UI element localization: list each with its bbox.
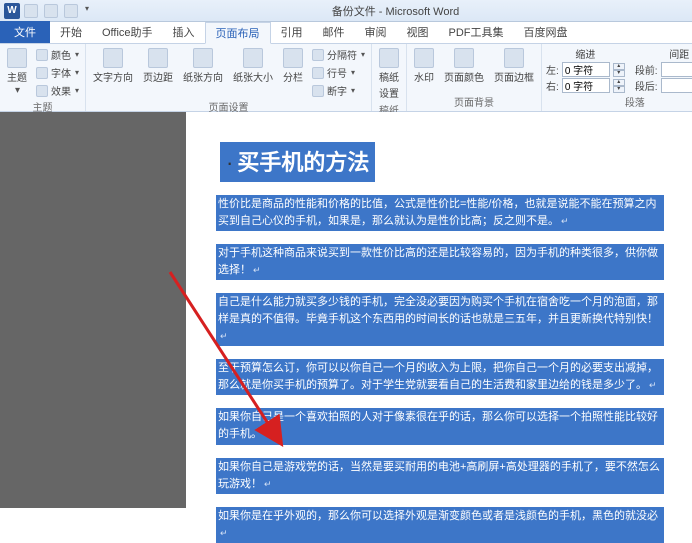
tab-file[interactable]: 文件 xyxy=(0,21,50,43)
tab-office-helper[interactable]: Office助手 xyxy=(92,21,163,43)
doc-paragraph[interactable]: 对于手机这种商品来说买到一款性价比高的还是比较容易的，因为手机的种类很多，供你做… xyxy=(216,244,664,280)
theme-colors-button[interactable]: 颜色▾ xyxy=(34,46,81,63)
text-direction-icon xyxy=(103,48,123,68)
spacing-after-field[interactable]: 段后: ▴▾ xyxy=(635,78,692,93)
doc-paragraph[interactable]: 性价比是商品的性能和价格的比值，公式是性价比=性能/价格，也就是说能不能在预算之… xyxy=(216,195,664,231)
spacing-before-field[interactable]: 段前: ▴▾ xyxy=(635,62,692,77)
tab-view[interactable]: 视图 xyxy=(397,21,439,43)
fonts-icon xyxy=(36,67,48,79)
group-theme: 主题 ▾ 颜色▾ 字体▾ 效果▾ 主题 xyxy=(0,44,86,111)
indent-left-field[interactable]: 左: ▴▾ xyxy=(546,62,625,77)
group-page-background: 水印 页面颜色 页面边框 页面背景 xyxy=(407,44,542,111)
tab-page-layout[interactable]: 页面布局 xyxy=(205,22,271,44)
theme-fonts-button[interactable]: 字体▾ xyxy=(34,64,81,81)
breaks-icon xyxy=(312,49,324,61)
spin-down-icon[interactable]: ▾ xyxy=(613,70,625,77)
group-paragraph-title: 段落 xyxy=(546,94,692,111)
doc-paragraph[interactable]: 如果你是在乎外观的，那么你可以选择外观是渐变颜色或者是浅颜色的手机，黑色的就没必 xyxy=(216,507,664,543)
tab-baidu-disk[interactable]: 百度网盘 xyxy=(514,21,578,43)
indent-heading: 缩进 xyxy=(546,46,625,61)
spacing-after-input[interactable] xyxy=(661,78,692,93)
tab-pdf-tools[interactable]: PDF工具集 xyxy=(439,21,514,43)
save-icon[interactable] xyxy=(24,4,38,18)
indent-left-input[interactable] xyxy=(562,62,610,77)
group-paragraph: 缩进 左: ▴▾ 右: ▴▾ 间距 段前: ▴▾ xyxy=(542,44,692,111)
hyphenation-button[interactable]: 断字▾ xyxy=(310,82,367,99)
effects-icon xyxy=(36,85,48,97)
page-border-icon xyxy=(504,48,524,68)
doc-paragraph[interactable]: 至于预算怎么订，你可以以你自己一个月的收入为上限，把你自己一个月的必要支出减掉，… xyxy=(216,359,664,395)
doc-title[interactable]: 买手机的方法 xyxy=(220,142,375,182)
undo-icon[interactable] xyxy=(44,4,58,18)
group-page-setup: 文字方向 页边距 纸张方向 纸张大小 分栏 分隔符▾ 行号▾ 断字▾ 页面设置 xyxy=(86,44,372,111)
watermark-icon xyxy=(414,48,434,68)
tab-review[interactable]: 审阅 xyxy=(355,21,397,43)
watermark-button[interactable]: 水印 xyxy=(411,46,437,86)
redo-icon[interactable] xyxy=(64,4,78,18)
breaks-button[interactable]: 分隔符▾ xyxy=(310,46,367,63)
tab-mailings[interactable]: 邮件 xyxy=(313,21,355,43)
hyphenation-icon xyxy=(312,85,324,97)
spacing-heading: 间距 xyxy=(635,46,692,61)
indent-right-field[interactable]: 右: ▴▾ xyxy=(546,78,625,93)
spacing-before-input[interactable] xyxy=(661,62,692,77)
size-icon xyxy=(243,48,263,68)
writing-paper-button[interactable]: 稿纸设置 xyxy=(376,46,402,102)
chevron-down-icon: ▾ xyxy=(15,85,20,96)
canvas-gutter xyxy=(0,112,186,508)
tab-insert[interactable]: 插入 xyxy=(163,21,205,43)
document-canvas: 买手机的方法 性价比是商品的性能和价格的比值，公式是性价比=性能/价格，也就是说… xyxy=(0,112,692,508)
doc-paragraph[interactable]: 如果你自己是游戏党的话，当然是要买耐用的电池+高刷屏+高处理器的手机了，要不然怎… xyxy=(216,458,664,494)
group-page-background-title: 页面背景 xyxy=(411,94,537,111)
ribbon: 主题 ▾ 颜色▾ 字体▾ 效果▾ 主题 文字方向 页边距 纸张方向 纸张大小 分… xyxy=(0,44,692,112)
title-bar: W ▾ 备份文件 - Microsoft Word xyxy=(0,0,692,22)
quick-access-toolbar: ▾ xyxy=(24,4,99,18)
colors-icon xyxy=(36,49,48,61)
margins-icon xyxy=(148,48,168,68)
page-border-button[interactable]: 页面边框 xyxy=(491,46,537,86)
size-button[interactable]: 纸张大小 xyxy=(230,46,276,86)
word-app-icon: W xyxy=(4,3,20,19)
spin-up-icon[interactable]: ▴ xyxy=(613,79,625,86)
themes-label: 主题 xyxy=(7,69,27,84)
themes-button[interactable]: 主题 ▾ xyxy=(4,46,30,98)
indent-right-input[interactable] xyxy=(562,78,610,93)
orientation-button[interactable]: 纸张方向 xyxy=(180,46,226,86)
ribbon-tabs: 文件 开始 Office助手 插入 页面布局 引用 邮件 审阅 视图 PDF工具… xyxy=(0,22,692,44)
spin-up-icon[interactable]: ▴ xyxy=(613,63,625,70)
text-direction-button[interactable]: 文字方向 xyxy=(90,46,136,86)
qat-more-icon[interactable]: ▾ xyxy=(85,4,99,18)
tab-references[interactable]: 引用 xyxy=(271,21,313,43)
tab-home[interactable]: 开始 xyxy=(50,21,92,43)
window-title: 备份文件 - Microsoft Word xyxy=(99,3,692,19)
writing-paper-icon xyxy=(379,48,399,68)
columns-icon xyxy=(283,48,303,68)
page-color-icon xyxy=(454,48,474,68)
margins-button[interactable]: 页边距 xyxy=(140,46,176,86)
spin-down-icon[interactable]: ▾ xyxy=(613,86,625,93)
theme-effects-button[interactable]: 效果▾ xyxy=(34,82,81,99)
line-numbers-button[interactable]: 行号▾ xyxy=(310,64,367,81)
doc-paragraph[interactable]: 自己是什么能力就买多少钱的手机，完全没必要因为购买个手机在宿舍吃一个月的泡面，那… xyxy=(216,293,664,346)
group-paper: 稿纸设置 稿纸 xyxy=(372,44,407,111)
themes-icon xyxy=(7,48,27,68)
page-color-button[interactable]: 页面颜色 xyxy=(441,46,487,86)
line-numbers-icon xyxy=(312,67,324,79)
orientation-icon xyxy=(193,48,213,68)
columns-button[interactable]: 分栏 xyxy=(280,46,306,86)
document-page[interactable]: 买手机的方法 性价比是商品的性能和价格的比值，公式是性价比=性能/价格，也就是说… xyxy=(186,112,692,508)
doc-paragraph[interactable]: 如果你自己是一个喜欢拍照的人对于像素很在乎的话，那么你可以选择一个拍照性能比较好… xyxy=(216,408,664,444)
